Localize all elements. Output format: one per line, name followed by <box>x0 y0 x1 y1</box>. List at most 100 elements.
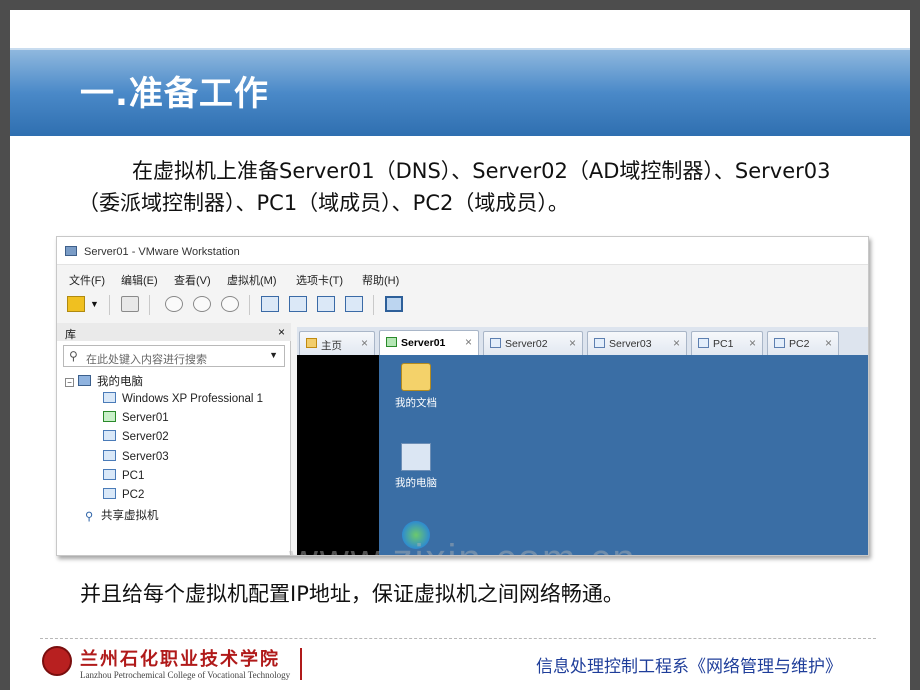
library-header: 库 × <box>57 323 291 341</box>
power-on-icon[interactable] <box>67 296 85 312</box>
vm-icon <box>774 338 785 348</box>
desktop-icon-label: 我的文档 <box>395 397 437 409</box>
intro-paragraph-text: 在虚拟机上准备Server01（DNS）、Server02（AD域控制器）、Se… <box>78 159 831 215</box>
library-panel: 库 × ⚲ 在此处键入内容进行搜索 ▼ − 我的电脑 Windows XP Pro… <box>57 323 291 555</box>
tree-item-label: 共享虚拟机 <box>101 510 159 522</box>
vm-icon <box>103 392 116 403</box>
menu-vm[interactable]: 虚拟机(M) <box>227 272 277 288</box>
slide-frame-right <box>910 0 920 690</box>
toolbar-separator <box>249 295 250 315</box>
tab-label: Server01 <box>401 337 446 349</box>
intro-paragraph: 在虚拟机上准备Server01（DNS）、Server02（AD域控制器）、Se… <box>78 155 868 219</box>
toolbar-separator <box>109 295 110 315</box>
tree-item-label: PC2 <box>122 489 145 501</box>
toolbar-separator <box>373 295 374 315</box>
tree-item-windows-xp[interactable]: Windows XP Professional 1 <box>103 392 263 410</box>
menu-edit[interactable]: 编辑(E) <box>121 272 158 288</box>
slide-frame-left <box>0 0 10 690</box>
tab-close-icon[interactable]: × <box>569 336 576 350</box>
tree-item-label: Windows XP Professional 1 <box>122 393 264 405</box>
tree-item-my-computer[interactable]: − 我的电脑 <box>65 373 143 391</box>
menu-view[interactable]: 查看(V) <box>174 272 211 288</box>
menu-help[interactable]: 帮助(H) <box>362 272 399 288</box>
search-icon: ⚲ <box>69 349 78 363</box>
tree-item-shared-vms[interactable]: ⚲ 共享虚拟机 <box>85 507 159 525</box>
vm-icon <box>103 469 116 480</box>
network-icon[interactable] <box>121 296 139 312</box>
computer-icon <box>78 375 91 386</box>
tree-item-pc2[interactable]: PC2 <box>103 488 144 506</box>
vm-icon <box>594 338 605 348</box>
tree-item-server02[interactable]: Server02 <box>103 430 169 448</box>
computer-icon <box>401 443 431 471</box>
tab-server02[interactable]: Server02 × <box>483 331 583 355</box>
tab-close-icon[interactable]: × <box>361 336 368 350</box>
tab-label: Server03 <box>609 338 652 350</box>
desktop-icon-my-documents[interactable]: 我的文档 <box>381 363 451 410</box>
menu-tabs[interactable]: 选项卡(T) <box>296 272 343 288</box>
tab-close-icon[interactable]: × <box>465 335 472 349</box>
vm-icon <box>103 430 116 441</box>
tab-home[interactable]: 主页 × <box>299 331 375 355</box>
vm-icon <box>698 338 709 348</box>
school-name-en: Lanzhou Petrochemical College of Vocatio… <box>80 670 291 680</box>
tree-item-label: Server03 <box>122 451 169 463</box>
vm-running-icon <box>103 411 116 422</box>
tree-item-server03[interactable]: Server03 <box>103 450 169 468</box>
menu-file[interactable]: 文件(F) <box>69 272 105 288</box>
vm-icon <box>103 488 116 499</box>
revert-snapshot-icon[interactable] <box>193 296 211 312</box>
slide-frame-top <box>0 0 920 10</box>
school-name-cn: 兰州石化职业技术学院 <box>80 649 280 670</box>
snapshot-icon[interactable] <box>165 296 183 312</box>
tab-server01[interactable]: Server01 × <box>379 330 479 356</box>
desktop-icon-my-computer[interactable]: 我的电脑 <box>381 443 451 490</box>
tree-item-label: PC1 <box>122 470 145 482</box>
tree-item-label: 我的电脑 <box>97 376 143 388</box>
toolbar-separator <box>149 295 150 315</box>
tab-server03[interactable]: Server03 × <box>587 331 687 355</box>
chevron-down-icon[interactable]: ▼ <box>269 350 278 360</box>
footer-separator <box>300 648 302 680</box>
vmware-titlebar: Server01 - VMware Workstation <box>57 237 868 265</box>
tab-close-icon[interactable]: × <box>825 336 832 350</box>
tab-label: 主页 <box>321 340 342 352</box>
vm-guest-desktop[interactable]: 我的文档 我的电脑 <box>379 355 868 555</box>
tab-label: PC2 <box>789 338 810 350</box>
watermark: www.zixin.com.cn <box>289 537 637 555</box>
library-search-input[interactable]: ⚲ 在此处键入内容进行搜索 ▼ <box>63 345 285 367</box>
home-icon <box>306 338 317 348</box>
vm-running-icon <box>386 337 397 347</box>
tab-label: PC1 <box>713 338 734 350</box>
shared-vm-icon: ⚲ <box>85 511 94 523</box>
vmware-app-icon <box>65 246 77 256</box>
footer-divider <box>40 638 876 639</box>
vmware-screenshot: Server01 - VMware Workstation 文件(F) 编辑(E… <box>56 236 869 556</box>
folder-icon <box>401 363 431 391</box>
unity-icon[interactable] <box>345 296 363 312</box>
network-note: 并且给每个虚拟机配置IP地址，保证虚拟机之间网络畅通。 <box>80 582 624 606</box>
tab-close-icon[interactable]: × <box>749 336 756 350</box>
vmware-window-title: Server01 - VMware Workstation <box>84 246 240 258</box>
library-close-icon[interactable]: × <box>278 325 285 339</box>
fullscreen-icon[interactable] <box>317 296 335 312</box>
slide-title: 一.准备工作 <box>80 74 269 114</box>
tree-item-label: Server02 <box>122 431 169 443</box>
power-dropdown-icon[interactable]: ▼ <box>90 299 99 309</box>
tab-label: Server02 <box>505 338 548 350</box>
tab-close-icon[interactable]: × <box>673 336 680 350</box>
show-library-icon[interactable] <box>261 296 279 312</box>
tree-item-pc1[interactable]: PC1 <box>103 469 144 487</box>
thumbnail-bar-icon[interactable] <box>289 296 307 312</box>
vmware-toolbar: ▼ <box>57 289 868 319</box>
library-title: 库 <box>65 329 76 341</box>
vm-console-margin <box>297 355 379 555</box>
snapshot-manager-icon[interactable] <box>221 296 239 312</box>
tab-pc2[interactable]: PC2 × <box>767 331 839 355</box>
vm-tab-bar: 主页 × Server01 × Server02 × Server03 × PC… <box>297 327 868 356</box>
vm-icon <box>103 450 116 461</box>
console-view-icon[interactable] <box>385 296 403 312</box>
tab-pc1[interactable]: PC1 × <box>691 331 763 355</box>
tree-item-server01[interactable]: Server01 <box>103 411 169 429</box>
collapse-icon[interactable]: − <box>65 378 74 387</box>
